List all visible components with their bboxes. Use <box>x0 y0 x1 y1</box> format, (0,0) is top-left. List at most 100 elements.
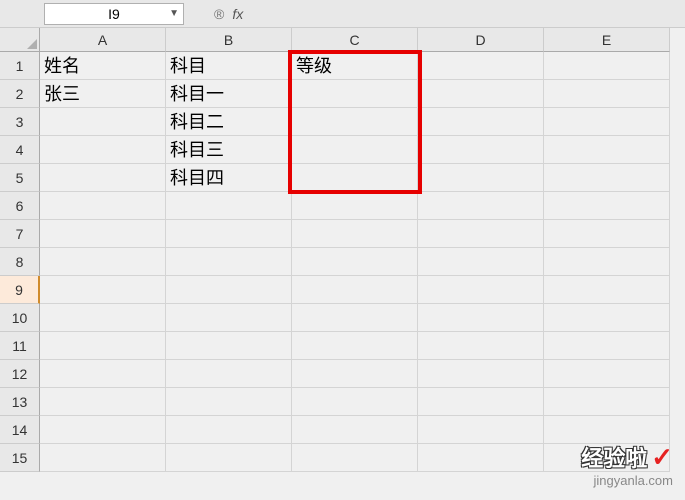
cell-B1[interactable]: 科目 <box>166 52 292 80</box>
column-header-B[interactable]: B <box>166 28 292 52</box>
name-box[interactable]: I9 ▼ <box>44 3 184 25</box>
cell-E3[interactable] <box>544 108 670 136</box>
cell-D6[interactable] <box>418 192 544 220</box>
cell-E7[interactable] <box>544 220 670 248</box>
cell-D10[interactable] <box>418 304 544 332</box>
cell-D11[interactable] <box>418 332 544 360</box>
cell-A11[interactable] <box>40 332 166 360</box>
column-header-D[interactable]: D <box>418 28 544 52</box>
cell-B3[interactable]: 科目二 <box>166 108 292 136</box>
cell-A6[interactable] <box>40 192 166 220</box>
cell-E10[interactable] <box>544 304 670 332</box>
cell-B6[interactable] <box>166 192 292 220</box>
cell-C15[interactable] <box>292 444 418 472</box>
cell-A5[interactable] <box>40 164 166 192</box>
cell-A13[interactable] <box>40 388 166 416</box>
cell-B5[interactable]: 科目四 <box>166 164 292 192</box>
row-header-8[interactable]: 8 <box>0 248 40 276</box>
cell-A14[interactable] <box>40 416 166 444</box>
cell-C13[interactable] <box>292 388 418 416</box>
cell-C5[interactable] <box>292 164 418 192</box>
cell-A7[interactable] <box>40 220 166 248</box>
cell-A1[interactable]: 姓名 <box>40 52 166 80</box>
cell-E6[interactable] <box>544 192 670 220</box>
cell-B14[interactable] <box>166 416 292 444</box>
cell-area[interactable]: 姓名科目等级张三科目一科目二科目三科目四 <box>40 52 670 472</box>
cell-B4[interactable]: 科目三 <box>166 136 292 164</box>
cell-B2[interactable]: 科目一 <box>166 80 292 108</box>
cell-D1[interactable] <box>418 52 544 80</box>
row-header-1[interactable]: 1 <box>0 52 40 80</box>
row-header-6[interactable]: 6 <box>0 192 40 220</box>
cell-E1[interactable] <box>544 52 670 80</box>
name-box-dropdown-icon[interactable]: ▼ <box>169 8 179 19</box>
row-header-12[interactable]: 12 <box>0 360 40 388</box>
cell-A15[interactable] <box>40 444 166 472</box>
row-header-10[interactable]: 10 <box>0 304 40 332</box>
cell-E12[interactable] <box>544 360 670 388</box>
cell-D8[interactable] <box>418 248 544 276</box>
cell-D15[interactable] <box>418 444 544 472</box>
cell-D2[interactable] <box>418 80 544 108</box>
cell-D7[interactable] <box>418 220 544 248</box>
cell-C8[interactable] <box>292 248 418 276</box>
cell-A9[interactable] <box>40 276 166 304</box>
row-header-2[interactable]: 2 <box>0 80 40 108</box>
cell-C2[interactable] <box>292 80 418 108</box>
cell-B9[interactable] <box>166 276 292 304</box>
cell-C3[interactable] <box>292 108 418 136</box>
cell-E9[interactable] <box>544 276 670 304</box>
cell-B10[interactable] <box>166 304 292 332</box>
cell-D13[interactable] <box>418 388 544 416</box>
cell-A12[interactable] <box>40 360 166 388</box>
row-header-3[interactable]: 3 <box>0 108 40 136</box>
row-header-14[interactable]: 14 <box>0 416 40 444</box>
cell-E13[interactable] <box>544 388 670 416</box>
row-header-4[interactable]: 4 <box>0 136 40 164</box>
cell-B12[interactable] <box>166 360 292 388</box>
row-header-11[interactable]: 11 <box>0 332 40 360</box>
cell-C4[interactable] <box>292 136 418 164</box>
cell-E4[interactable] <box>544 136 670 164</box>
cell-C12[interactable] <box>292 360 418 388</box>
cell-D9[interactable] <box>418 276 544 304</box>
cell-C6[interactable] <box>292 192 418 220</box>
cell-C14[interactable] <box>292 416 418 444</box>
cell-D3[interactable] <box>418 108 544 136</box>
column-header-A[interactable]: A <box>40 28 166 52</box>
cell-B7[interactable] <box>166 220 292 248</box>
cell-A10[interactable] <box>40 304 166 332</box>
cell-C9[interactable] <box>292 276 418 304</box>
cell-C1[interactable]: 等级 <box>292 52 418 80</box>
row-header-7[interactable]: 7 <box>0 220 40 248</box>
cell-A8[interactable] <box>40 248 166 276</box>
cell-B13[interactable] <box>166 388 292 416</box>
cell-E8[interactable] <box>544 248 670 276</box>
cell-C7[interactable] <box>292 220 418 248</box>
cell-A3[interactable] <box>40 108 166 136</box>
cell-D5[interactable] <box>418 164 544 192</box>
cell-B11[interactable] <box>166 332 292 360</box>
row-header-13[interactable]: 13 <box>0 388 40 416</box>
cell-A2[interactable]: 张三 <box>40 80 166 108</box>
column-header-E[interactable]: E <box>544 28 670 52</box>
select-all-corner[interactable] <box>0 28 40 52</box>
cell-E2[interactable] <box>544 80 670 108</box>
cell-D4[interactable] <box>418 136 544 164</box>
cell-D14[interactable] <box>418 416 544 444</box>
cell-C11[interactable] <box>292 332 418 360</box>
cell-D12[interactable] <box>418 360 544 388</box>
watermark: 经验啦 ✓ jingyanla.com <box>581 441 673 488</box>
cell-A4[interactable] <box>40 136 166 164</box>
cell-E5[interactable] <box>544 164 670 192</box>
fx-label[interactable]: fx <box>232 6 243 22</box>
row-header-5[interactable]: 5 <box>0 164 40 192</box>
row-header-15[interactable]: 15 <box>0 444 40 472</box>
cell-E14[interactable] <box>544 416 670 444</box>
cell-B8[interactable] <box>166 248 292 276</box>
cell-E11[interactable] <box>544 332 670 360</box>
cell-B15[interactable] <box>166 444 292 472</box>
column-header-C[interactable]: C <box>292 28 418 52</box>
row-header-9[interactable]: 9 <box>0 276 40 304</box>
cell-C10[interactable] <box>292 304 418 332</box>
